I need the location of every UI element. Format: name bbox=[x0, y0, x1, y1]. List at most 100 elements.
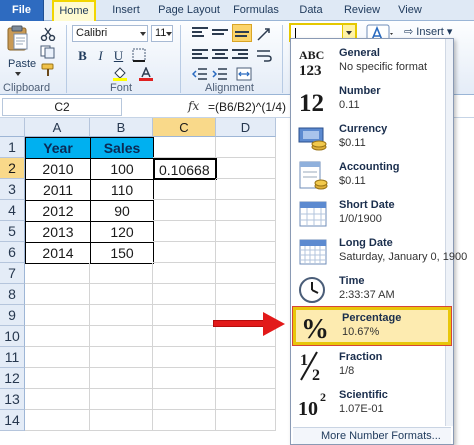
cell-year[interactable]: 2013 bbox=[25, 221, 91, 243]
empty-cell[interactable] bbox=[153, 326, 216, 347]
empty-cell[interactable] bbox=[216, 368, 276, 389]
empty-cell[interactable] bbox=[216, 410, 276, 431]
empty-cell[interactable] bbox=[25, 326, 90, 347]
format-option-time[interactable]: Time 2:33:37 AM bbox=[293, 271, 451, 307]
empty-cell[interactable] bbox=[153, 389, 216, 410]
empty-cell[interactable] bbox=[216, 389, 276, 410]
empty-cell[interactable] bbox=[90, 368, 153, 389]
cell-sales[interactable]: 120 bbox=[90, 221, 154, 243]
middle-align-icon[interactable] bbox=[212, 27, 228, 41]
select-all-corner[interactable] bbox=[0, 118, 25, 137]
align-left-icon[interactable] bbox=[192, 49, 208, 63]
cell-d3[interactable] bbox=[216, 179, 276, 200]
format-option-currency[interactable]: Currency $0.11 bbox=[293, 119, 451, 155]
row-header-9[interactable]: 9 bbox=[0, 305, 25, 326]
font-name-dropdown-arrow[interactable] bbox=[140, 32, 146, 36]
format-option-scientific[interactable]: 10 2 Scientific 1.07E-01 bbox=[293, 385, 451, 421]
cell-d5[interactable] bbox=[216, 221, 276, 242]
decrease-indent-icon[interactable] bbox=[192, 67, 208, 81]
copy-icon[interactable] bbox=[40, 45, 56, 59]
fill-color-icon[interactable] bbox=[112, 67, 128, 81]
insert-cells-button[interactable]: ⇨ Insert ▾ bbox=[404, 25, 452, 38]
empty-cell[interactable] bbox=[153, 347, 216, 368]
row-header-4[interactable]: 4 bbox=[0, 200, 25, 221]
row-header-5[interactable]: 5 bbox=[0, 221, 25, 242]
wrap-text-icon[interactable] bbox=[256, 49, 272, 63]
cell-d6[interactable] bbox=[216, 242, 276, 263]
cell-year[interactable]: 2011 bbox=[25, 179, 91, 201]
paste-button[interactable]: Paste bbox=[4, 24, 36, 76]
top-align-icon[interactable] bbox=[192, 27, 208, 41]
format-option-accounting[interactable]: Accounting $0.11 bbox=[293, 157, 451, 193]
tab-data[interactable]: Data bbox=[290, 0, 332, 21]
row-header-10[interactable]: 10 bbox=[0, 326, 25, 347]
row-header-11[interactable]: 11 bbox=[0, 347, 25, 368]
empty-cell[interactable] bbox=[216, 284, 276, 305]
cell-a1-year-header[interactable]: Year bbox=[25, 137, 91, 159]
cell-d1[interactable] bbox=[216, 137, 276, 158]
merge-center-icon[interactable] bbox=[236, 67, 252, 81]
cut-icon[interactable] bbox=[40, 27, 56, 41]
empty-cell[interactable] bbox=[25, 305, 90, 326]
cell-sales[interactable]: 100 bbox=[90, 158, 154, 180]
empty-cell[interactable] bbox=[90, 347, 153, 368]
row-header-2[interactable]: 2 bbox=[0, 158, 25, 179]
format-painter-icon[interactable] bbox=[40, 63, 56, 77]
orientation-icon[interactable] bbox=[256, 27, 272, 41]
empty-cell[interactable] bbox=[90, 263, 153, 284]
empty-cell[interactable] bbox=[216, 263, 276, 284]
tab-insert[interactable]: Insert bbox=[104, 0, 148, 21]
row-header-14[interactable]: 14 bbox=[0, 410, 25, 431]
cell-c5[interactable] bbox=[153, 221, 216, 242]
cell-c3[interactable] bbox=[153, 179, 216, 200]
row-header-3[interactable]: 3 bbox=[0, 179, 25, 200]
tab-formulas[interactable]: Formulas bbox=[230, 0, 282, 21]
column-header-a[interactable]: A bbox=[25, 118, 90, 137]
cell-sales[interactable]: 90 bbox=[90, 200, 154, 222]
tab-review[interactable]: Review bbox=[340, 0, 384, 21]
empty-cell[interactable] bbox=[90, 305, 153, 326]
row-header-13[interactable]: 13 bbox=[0, 389, 25, 410]
format-option-long-date[interactable]: Long Date Saturday, January 0, 1900 bbox=[293, 233, 467, 269]
empty-cell[interactable] bbox=[25, 347, 90, 368]
empty-cell[interactable] bbox=[90, 326, 153, 347]
font-color-icon[interactable] bbox=[138, 67, 154, 81]
increase-indent-icon[interactable] bbox=[212, 67, 228, 81]
cell-year[interactable]: 2012 bbox=[25, 200, 91, 222]
empty-cell[interactable] bbox=[90, 389, 153, 410]
empty-cell[interactable] bbox=[216, 347, 276, 368]
tab-view[interactable]: View bbox=[392, 0, 428, 21]
column-header-d[interactable]: D bbox=[216, 118, 276, 137]
cell-sales[interactable]: 110 bbox=[90, 179, 154, 201]
cell-d2[interactable] bbox=[216, 158, 276, 179]
cell-year[interactable]: 2014 bbox=[25, 242, 91, 264]
name-box[interactable]: C2 bbox=[2, 98, 122, 116]
align-center-icon[interactable] bbox=[212, 49, 228, 63]
insert-function-icon[interactable]: fx bbox=[188, 99, 199, 113]
row-header-12[interactable]: 12 bbox=[0, 368, 25, 389]
formula-input[interactable]: =(B6/B2)^(1/4) bbox=[208, 97, 298, 117]
cell-sales[interactable]: 150 bbox=[90, 242, 154, 264]
format-option-percentage[interactable]: % Percentage 10.67% bbox=[293, 307, 451, 345]
font-size-dropdown-arrow[interactable] bbox=[166, 32, 172, 36]
borders-icon[interactable] bbox=[132, 48, 148, 62]
row-header-8[interactable]: 8 bbox=[0, 284, 25, 305]
more-number-formats-link[interactable]: More Number Formats... bbox=[293, 427, 451, 444]
column-header-b[interactable]: B bbox=[90, 118, 153, 137]
empty-cell[interactable] bbox=[90, 410, 153, 431]
cell-c4[interactable] bbox=[153, 200, 216, 221]
empty-cell[interactable] bbox=[25, 368, 90, 389]
empty-cell[interactable] bbox=[153, 368, 216, 389]
cell-c2-selected[interactable]: 0.10668 bbox=[153, 158, 217, 180]
column-header-c[interactable]: C bbox=[153, 118, 216, 137]
italic-button[interactable]: I bbox=[92, 47, 109, 64]
font-name-select[interactable]: Calibri bbox=[72, 25, 148, 42]
tab-file[interactable]: File bbox=[0, 0, 44, 21]
empty-cell[interactable] bbox=[25, 284, 90, 305]
cell-c1[interactable] bbox=[153, 137, 216, 158]
empty-cell[interactable] bbox=[25, 389, 90, 410]
format-option-general[interactable]: ABC 123 General No specific format bbox=[293, 43, 451, 79]
cell-year[interactable]: 2010 bbox=[25, 158, 91, 180]
tab-home[interactable]: Home bbox=[52, 0, 96, 22]
empty-cell[interactable] bbox=[25, 263, 90, 284]
